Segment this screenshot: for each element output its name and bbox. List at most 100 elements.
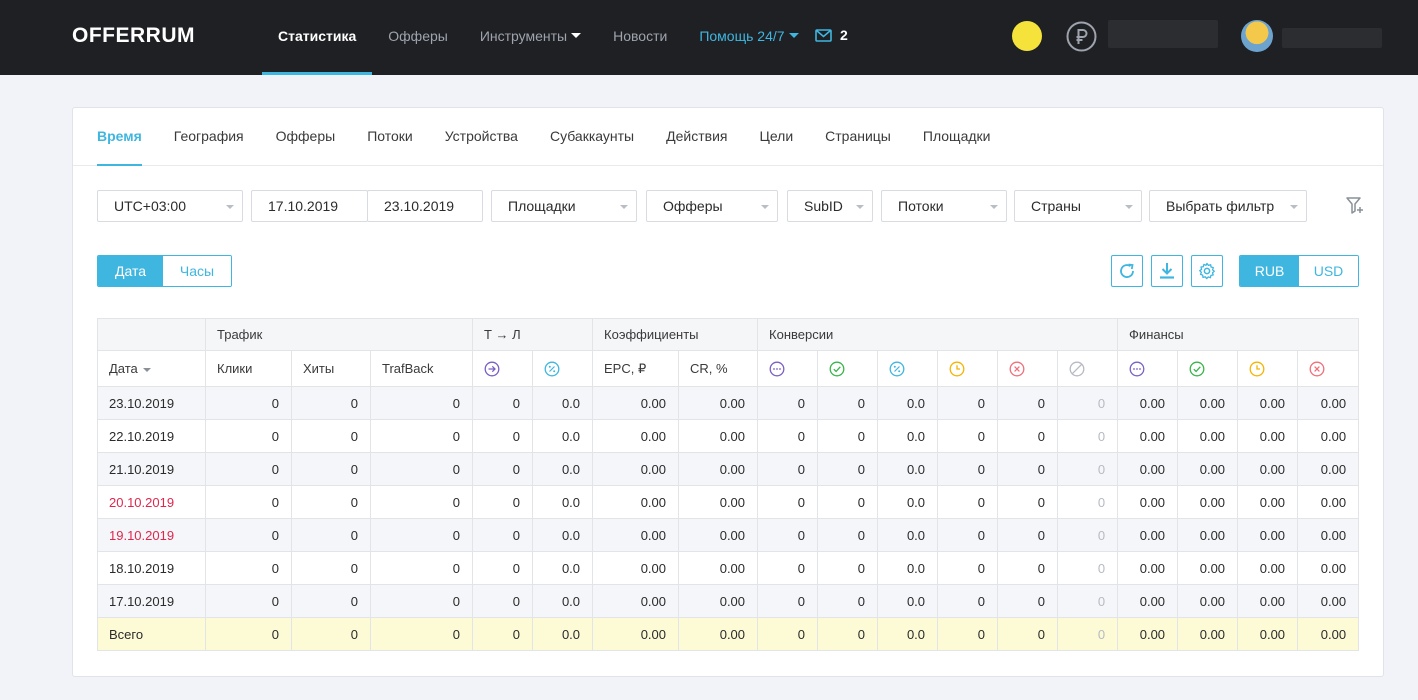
group-header-tl: Т → Л <box>471 318 594 351</box>
platforms-value: Площадки <box>508 198 576 214</box>
table-cell: 0 <box>205 485 292 519</box>
col-clicks[interactable]: Клики <box>205 350 292 387</box>
currency-usd-button[interactable]: USD <box>1299 256 1358 286</box>
table-cell: 0.00 <box>1177 518 1239 552</box>
col-fin-approved[interactable] <box>1177 350 1239 387</box>
table-cell: 0.00 <box>1177 386 1239 420</box>
streams-select[interactable]: Потоки <box>881 190 1007 222</box>
subid-select[interactable]: SubID <box>787 190 873 222</box>
row-date: 22.10.2019 <box>97 419 206 453</box>
tab-devices[interactable]: Устройства <box>445 108 518 165</box>
group-by-date-button[interactable]: Дата <box>98 256 163 286</box>
chevron-down-icon <box>856 205 864 209</box>
table-cell: 0.0 <box>877 584 939 618</box>
filter-add-icon[interactable] <box>1345 196 1365 216</box>
nav-offers[interactable]: Офферы <box>372 0 464 75</box>
col-hits[interactable]: Хиты <box>291 350 371 387</box>
col-fin-rejected[interactable] <box>1297 350 1360 387</box>
col-conv-rate[interactable] <box>877 350 939 387</box>
group-by-hours-button[interactable]: Часы <box>163 256 231 286</box>
col-date-label: Дата <box>109 361 138 376</box>
table-cell: 0.00 <box>678 584 759 618</box>
table-row: 22.10.2019 0 0 0 0 0.0 0.00 0.00 0 0 0.0 0 0 0 0.00 0.0… <box>97 419 1360 453</box>
timezone-select[interactable]: UTC+03:00 <box>97 190 243 222</box>
nav-help[interactable]: Помощь 24/7 <box>683 0 814 75</box>
table-cell: 0.00 <box>1177 419 1239 453</box>
table-cell: 0.00 <box>592 485 680 519</box>
offers-select[interactable]: Офферы <box>646 190 778 222</box>
table-cell: 0 <box>291 485 371 519</box>
table-cell: 0.0 <box>531 617 594 651</box>
settings-button[interactable] <box>1191 255 1223 287</box>
col-conv-pending[interactable] <box>937 350 999 387</box>
download-button[interactable] <box>1151 255 1183 287</box>
top-navbar: OFFERRUM Статистика Офферы Инструменты Н… <box>0 0 1418 75</box>
date-to-input[interactable]: 23.10.2019 <box>367 190 483 222</box>
countries-select[interactable]: Страны <box>1014 190 1142 222</box>
chevron-down-icon <box>620 205 628 209</box>
messages-count: 2 <box>840 27 848 43</box>
check-circle-icon <box>1189 361 1205 377</box>
table-cell: 0.00 <box>1237 584 1299 618</box>
tab-time[interactable]: Время <box>97 108 142 166</box>
col-conv-approved[interactable] <box>817 350 879 387</box>
check-circle-icon <box>829 361 845 377</box>
col-epc[interactable]: EPC, ₽ <box>592 350 680 387</box>
table-cell: 0.00 <box>1237 485 1299 519</box>
table-cell: 0 <box>997 617 1059 651</box>
cross-circle-icon <box>1009 361 1025 377</box>
table-cell: 0 <box>937 419 999 453</box>
table-cell: 0.00 <box>1177 617 1239 651</box>
date-from-input[interactable]: 17.10.2019 <box>251 190 368 222</box>
col-conv-trash[interactable] <box>1057 350 1119 387</box>
tab-geography[interactable]: География <box>174 108 244 165</box>
ruble-icon[interactable] <box>1066 21 1097 52</box>
messages-button[interactable]: 2 <box>815 27 848 43</box>
col-fin-pending[interactable] <box>1237 350 1299 387</box>
table-cell: 0 <box>1057 518 1119 552</box>
chevron-down-icon <box>226 205 234 209</box>
col-date[interactable]: Дата <box>97 350 206 387</box>
table-cell: 0.00 <box>592 419 680 453</box>
table-cell: 0 <box>817 452 879 486</box>
tab-goals[interactable]: Цели <box>759 108 793 165</box>
tab-platforms[interactable]: Площадки <box>923 108 991 165</box>
table-cell: 0.00 <box>1237 419 1299 453</box>
timezone-value: UTC+03:00 <box>114 198 186 214</box>
currency-rub-button[interactable]: RUB <box>1240 256 1299 286</box>
table-cell: 0 <box>997 518 1059 552</box>
row-date: 21.10.2019 <box>97 452 206 486</box>
table-cell: 0 <box>472 584 533 618</box>
col-fin-total[interactable] <box>1117 350 1179 387</box>
table-cell: 0 <box>1057 452 1119 486</box>
col-trafback[interactable]: TrafBack <box>370 350 473 387</box>
tab-offers[interactable]: Офферы <box>276 108 336 165</box>
table-cell: 0.00 <box>1237 386 1299 420</box>
table-cell: 0 <box>757 386 819 420</box>
table-cell: 0 <box>997 419 1059 453</box>
table-cell: 0 <box>472 551 533 585</box>
col-cr[interactable]: CR, % <box>678 350 759 387</box>
coin-icon[interactable] <box>1012 21 1042 51</box>
refresh-button[interactable] <box>1111 255 1143 287</box>
brand-logo[interactable]: OFFERRUM <box>72 24 195 48</box>
col-tl-rate[interactable] <box>531 350 594 387</box>
col-conv-rejected[interactable] <box>997 350 1059 387</box>
choose-filter-select[interactable]: Выбрать фильтр <box>1149 190 1307 222</box>
avatar[interactable] <box>1241 20 1273 52</box>
tab-subaccounts[interactable]: Субаккаунты <box>550 108 634 165</box>
col-tl-clicks[interactable] <box>472 350 533 387</box>
row-date: 20.10.2019 <box>97 485 206 519</box>
nav-statistics[interactable]: Статистика <box>262 0 373 75</box>
table-cell: 0 <box>997 386 1059 420</box>
nav-news[interactable]: Новости <box>597 0 683 75</box>
table-cell: 0 <box>291 419 371 453</box>
tab-streams[interactable]: Потоки <box>367 108 413 165</box>
platforms-select[interactable]: Площадки <box>491 190 637 222</box>
tab-pages[interactable]: Страницы <box>825 108 891 165</box>
tab-actions[interactable]: Действия <box>666 108 727 165</box>
col-conv-total[interactable] <box>757 350 819 387</box>
envelope-icon <box>815 28 832 42</box>
nav-tools[interactable]: Инструменты <box>464 0 597 75</box>
dots-circle-icon <box>1129 361 1145 377</box>
